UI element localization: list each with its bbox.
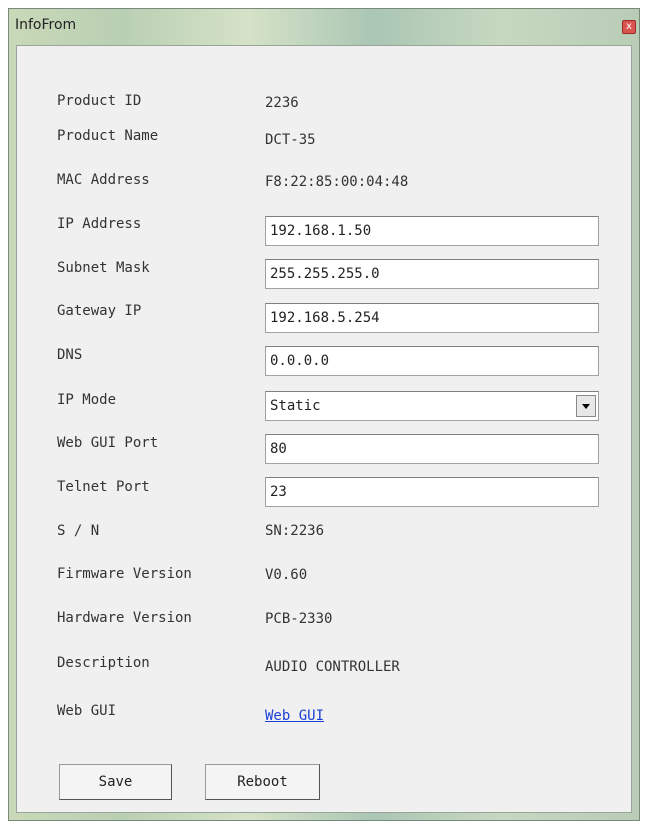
web-gui-link[interactable]: Web GUI bbox=[265, 708, 324, 724]
close-button[interactable]: x bbox=[622, 20, 636, 34]
reboot-button[interactable]: Reboot bbox=[205, 764, 320, 800]
ip-address-input[interactable]: 192.168.1.50 bbox=[265, 216, 599, 246]
firmware-version-label: Firmware Version bbox=[57, 566, 192, 582]
gateway-ip-label: Gateway IP bbox=[57, 303, 142, 319]
telnet-port-label: Telnet Port bbox=[57, 479, 150, 495]
firmware-version-value: V0.60 bbox=[265, 567, 308, 583]
serial-number-label: S / N bbox=[57, 523, 100, 539]
web-gui-port-text: 80 bbox=[270, 441, 287, 457]
web-gui-port-input[interactable]: 80 bbox=[265, 434, 599, 464]
web-gui-label: Web GUI bbox=[57, 703, 117, 719]
save-button[interactable]: Save bbox=[59, 764, 172, 800]
window-title: InfoFrom bbox=[15, 17, 77, 33]
subnet-mask-label: Subnet Mask bbox=[57, 260, 150, 276]
description-label: Description bbox=[57, 655, 150, 671]
dns-label: DNS bbox=[57, 347, 83, 363]
gateway-ip-input[interactable]: 192.168.5.254 bbox=[265, 303, 599, 333]
ip-mode-label: IP Mode bbox=[57, 392, 117, 408]
close-icon: x bbox=[626, 21, 632, 32]
dns-text: 0.0.0.0 bbox=[270, 353, 330, 369]
ip-mode-selected: Static bbox=[270, 398, 321, 414]
description-value: AUDIO CONTROLLER bbox=[265, 659, 400, 675]
hardware-version-label: Hardware Version bbox=[57, 610, 192, 626]
telnet-port-text: 23 bbox=[270, 484, 287, 500]
form-panel bbox=[16, 45, 632, 813]
hardware-version-value: PCB-2330 bbox=[265, 611, 333, 627]
product-name-value: DCT-35 bbox=[265, 132, 316, 148]
title-bar: InfoFrom x bbox=[9, 9, 639, 45]
gateway-ip-text: 192.168.5.254 bbox=[270, 310, 380, 326]
chevron-down-icon[interactable] bbox=[576, 395, 596, 417]
mac-address-value: F8:22:85:00:04:48 bbox=[265, 174, 409, 190]
product-id-label: Product ID bbox=[57, 93, 142, 109]
subnet-mask-input[interactable]: 255.255.255.0 bbox=[265, 259, 599, 289]
ip-address-text: 192.168.1.50 bbox=[270, 223, 372, 239]
telnet-port-input[interactable]: 23 bbox=[265, 477, 599, 507]
ip-address-label: IP Address bbox=[57, 216, 142, 232]
ip-mode-select[interactable]: Static bbox=[265, 391, 599, 421]
serial-number-value: SN:2236 bbox=[265, 523, 325, 539]
web-gui-port-label: Web GUI Port bbox=[57, 435, 159, 451]
dns-input[interactable]: 0.0.0.0 bbox=[265, 346, 599, 376]
subnet-mask-text: 255.255.255.0 bbox=[270, 266, 380, 282]
product-id-value: 2236 bbox=[265, 95, 299, 111]
mac-address-label: MAC Address bbox=[57, 172, 150, 188]
product-name-label: Product Name bbox=[57, 128, 159, 144]
save-button-label: Save bbox=[98, 774, 133, 790]
reboot-button-label: Reboot bbox=[237, 774, 288, 790]
